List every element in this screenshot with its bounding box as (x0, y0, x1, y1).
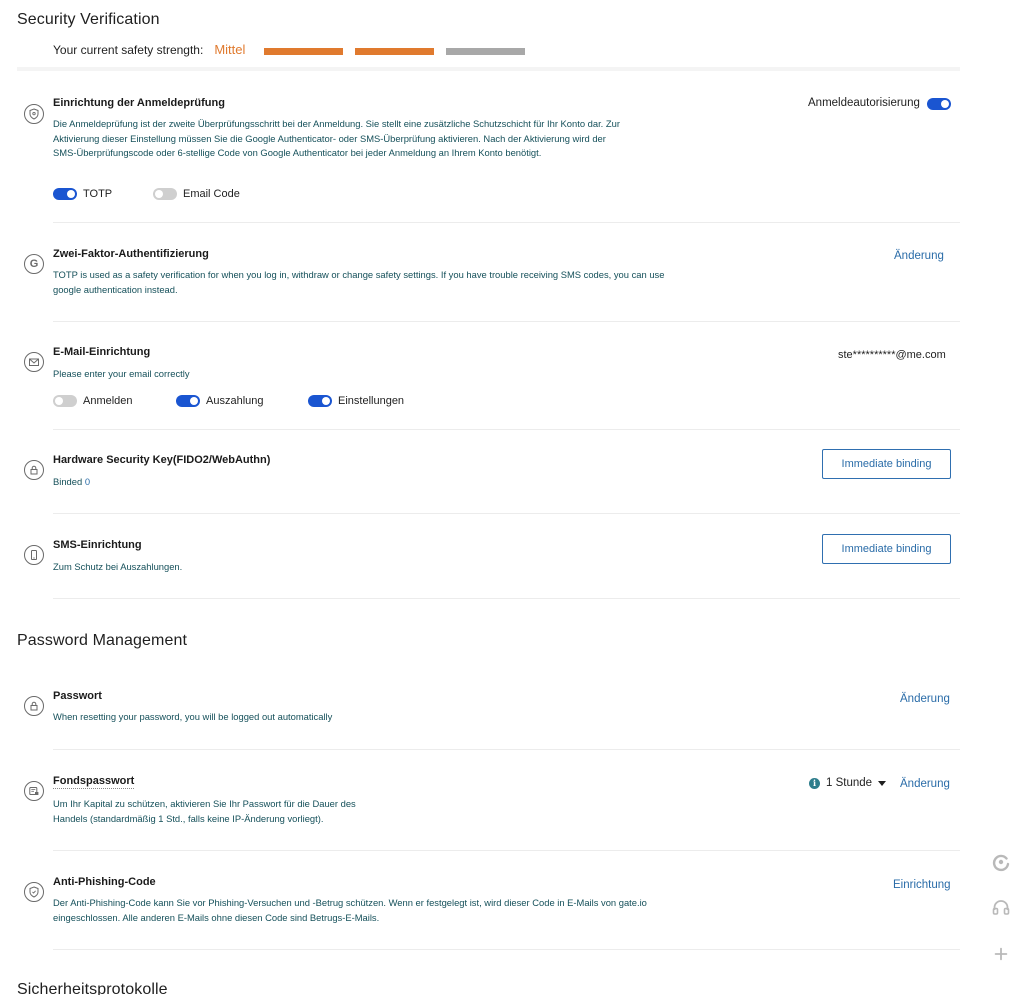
login-authorization-toggle[interactable] (927, 98, 951, 110)
login-check-description: Die Anmeldeprüfung ist der zweite Überpr… (53, 118, 620, 158)
divider (53, 850, 960, 851)
divider (53, 429, 960, 430)
envelope-icon (24, 352, 44, 372)
anti-phishing-title: Anti-Phishing-Code (53, 876, 156, 888)
email-settings-toggle[interactable] (308, 395, 332, 407)
totp-toggle[interactable] (53, 188, 77, 200)
password-management-title: Password Management (17, 632, 187, 649)
anti-phishing-description: Der Anti-Phishing-Code kann Sie vor Phis… (53, 897, 647, 923)
email-withdrawal-toggle[interactable] (176, 395, 200, 407)
email-settings-label: Einstellungen (338, 395, 405, 407)
hardware-key-bound-label: Binded (53, 476, 83, 487)
plus-icon (994, 947, 1008, 961)
safety-strength-level: Mittel (214, 42, 246, 57)
hardware-key-title: Hardware Security Key(FIDO2/WebAuthn) (53, 454, 271, 466)
fund-password-description-line-1: Um Ihr Kapital zu schützen, aktivieren S… (53, 798, 356, 809)
fund-password-change-link[interactable]: Änderung (900, 778, 950, 790)
login-check-title: Einrichtung der Anmeldeprüfung (53, 97, 225, 109)
email-login-toggle[interactable] (53, 395, 77, 407)
fund-password-duration: 1 Stunde (826, 777, 873, 789)
strength-bar-segment (264, 48, 343, 55)
email-login-label: Anmelden (83, 395, 133, 407)
fund-password-duration-select[interactable]: i 1 Stunde (809, 777, 887, 789)
refresh-button[interactable] (988, 849, 1014, 875)
totp-option: TOTP (53, 188, 112, 200)
divider (53, 598, 960, 599)
security-verification-title: Security Verification (17, 11, 160, 28)
strength-bar-segment (355, 48, 434, 55)
hardware-key-bind-button[interactable]: Immediate binding (822, 449, 951, 479)
divider (53, 749, 960, 750)
shield-icon (24, 882, 44, 902)
email-address: ste**********@me.com (838, 349, 946, 361)
email-title: E-Mail-Einrichtung (53, 346, 151, 358)
email-code-toggle[interactable] (153, 188, 177, 200)
refresh-icon (992, 854, 1010, 872)
password-title: Passwort (53, 690, 102, 702)
google-icon: G (24, 254, 44, 274)
totp-label: TOTP (83, 188, 113, 200)
divider (53, 321, 960, 322)
info-icon: i (809, 777, 820, 789)
safety-strength-label: Your current safety strength: (53, 42, 204, 57)
security-protocols-title: Sicherheitsprotokolle (17, 981, 168, 995)
email-login-option: Anmelden (53, 395, 133, 407)
email-settings-option: Einstellungen (308, 395, 404, 407)
fund-password-title: Fondspasswort (53, 775, 135, 789)
sms-description: Zum Schutz bei Auszahlungen. (53, 561, 183, 572)
lock-icon (24, 696, 44, 716)
sms-title: SMS-Einrichtung (53, 539, 142, 551)
caret-down-icon (878, 780, 887, 786)
email-description: Please enter your email correctly (53, 368, 190, 379)
safety-strength-bars (264, 48, 525, 55)
password-change-link[interactable]: Änderung (900, 693, 950, 705)
divider (53, 949, 960, 950)
expand-button[interactable] (988, 941, 1014, 967)
two-factor-title: Zwei-Faktor-Authentifizierung (53, 248, 209, 260)
wallet-lock-icon (24, 781, 44, 801)
phone-icon (24, 545, 44, 565)
header-divider (17, 67, 960, 71)
hardware-key-bound: Binded 0 (53, 475, 90, 490)
support-button[interactable] (988, 895, 1014, 921)
email-withdrawal-option: Auszahlung (176, 395, 264, 407)
email-withdrawal-label: Auszahlung (206, 395, 264, 407)
shield-lock-icon (24, 104, 44, 124)
password-description: When resetting your password, you will b… (53, 711, 333, 722)
email-code-label: Email Code (183, 188, 240, 200)
lock-icon (24, 460, 44, 480)
hardware-key-bound-count: 0 (84, 476, 91, 487)
two-factor-description: TOTP is used as a safety verification fo… (53, 269, 665, 295)
fund-password-description-line-2: Handels (standardmäßig 1 Std., falls kei… (53, 812, 324, 824)
login-authorization-label: Anmeldeautorisierung (808, 97, 920, 109)
strength-bar-segment (446, 48, 525, 55)
fund-password-description: Um Ihr Kapital zu schützen, aktivieren S… (53, 797, 356, 826)
anti-phishing-setup-link[interactable]: Einrichtung (893, 879, 951, 891)
email-code-option: Email Code (153, 188, 240, 200)
safety-strength: Your current safety strength: Mittel (53, 42, 245, 57)
headset-icon (992, 900, 1010, 915)
sms-bind-button[interactable]: Immediate binding (822, 534, 951, 564)
two-factor-change-link[interactable]: Änderung (894, 250, 944, 262)
divider (53, 222, 960, 223)
divider (53, 513, 960, 514)
